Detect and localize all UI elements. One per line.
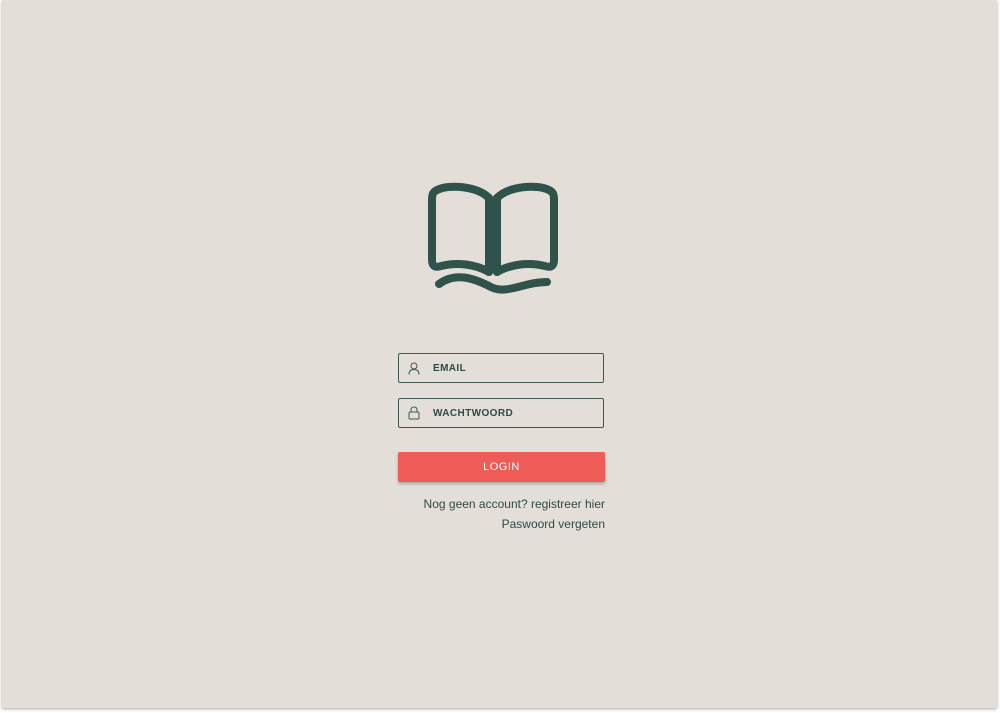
open-book-icon — [428, 182, 558, 294]
email-field[interactable] — [398, 353, 604, 383]
password-field[interactable] — [398, 398, 604, 428]
password-input[interactable] — [433, 407, 593, 419]
forgot-password-link[interactable]: Paswoord vergeten — [502, 517, 605, 531]
register-link[interactable]: Nog geen account? registreer hier — [424, 497, 605, 511]
login-button[interactable]: LOGIN — [398, 452, 605, 482]
email-input[interactable] — [433, 362, 593, 374]
user-icon — [407, 361, 421, 375]
lock-icon — [407, 406, 421, 420]
login-page: LOGIN Nog geen account? registreer hier … — [2, 0, 997, 708]
